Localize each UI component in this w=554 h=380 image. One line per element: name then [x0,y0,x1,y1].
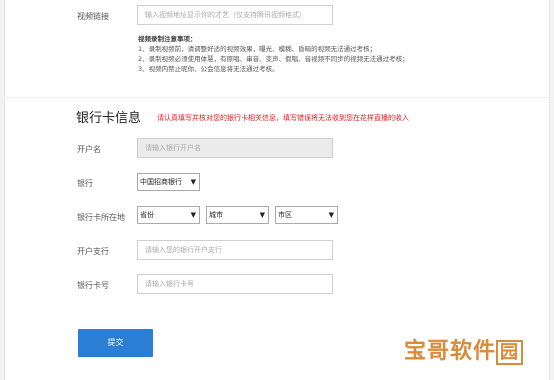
video-note-3: 3、视频内禁止昵你、公会信息将无法通过考核。 [138,65,279,73]
account-holder-label: 开户名 [77,145,101,154]
bank-select[interactable]: 中国招商银行 ▼ [137,173,200,191]
watermark-logo: 宝哥软件园 [404,333,544,373]
video-link-label: 视频链接 [77,12,109,21]
caret-down-icon: ▼ [190,211,196,219]
district-select-value: 市区 [278,211,292,219]
district-select[interactable]: 市区 ▼ [275,206,338,224]
watermark-text-last: 园 [496,340,524,365]
city-select[interactable]: 城市 ▼ [206,206,269,224]
submit-button[interactable]: 提交 [78,329,153,357]
section-divider [4,97,548,98]
branch-input[interactable]: 请输入您的银行开户支行 [137,240,333,260]
watermark-text: 宝哥软件 [404,339,497,364]
province-select-value: 省份 [140,211,154,219]
card-number-label: 银行卡号 [77,281,109,290]
branch-label: 开户支行 [77,247,109,256]
video-note-2: 2、录制视频必须使用体慧，有原唱、串音、变声、假唱、音视频不同步的视频无法通过考… [138,55,409,63]
account-holder-input[interactable]: 请输入银行开户名 [137,138,333,158]
bank-section-notice: 请认真填写并核对您的银行卡相关信息，填写错误将无法收到您在花样直播的收入 [157,114,409,122]
caret-down-icon: ▼ [190,178,196,186]
province-select[interactable]: 省份 ▼ [137,206,200,224]
video-note-1: 1、录制视频前，请调整好适的视频效果，曝光、模糊、昏暗的视频无法通过考核； [138,45,377,53]
bank-label: 银行 [77,179,93,188]
caret-down-icon: ▼ [259,211,265,219]
bank-select-value: 中国招商银行 [140,178,182,186]
video-notes: 视频录制注意事项： 1、录制视频前，请调整好适的视频效果，曝光、模糊、昏暗的视频… [138,34,409,74]
video-link-input[interactable]: 输入视频地址显示你的才艺（仅支持腾讯视频格式） [137,5,333,25]
video-notes-title: 视频录制注意事项： [138,35,197,43]
bank-section-title: 银行卡信息 [76,111,142,126]
card-location-label: 银行卡所在地 [77,213,125,222]
card-number-input[interactable]: 请输入银行卡号 [137,274,333,294]
caret-down-icon: ▼ [328,211,334,219]
city-select-value: 城市 [209,211,223,219]
